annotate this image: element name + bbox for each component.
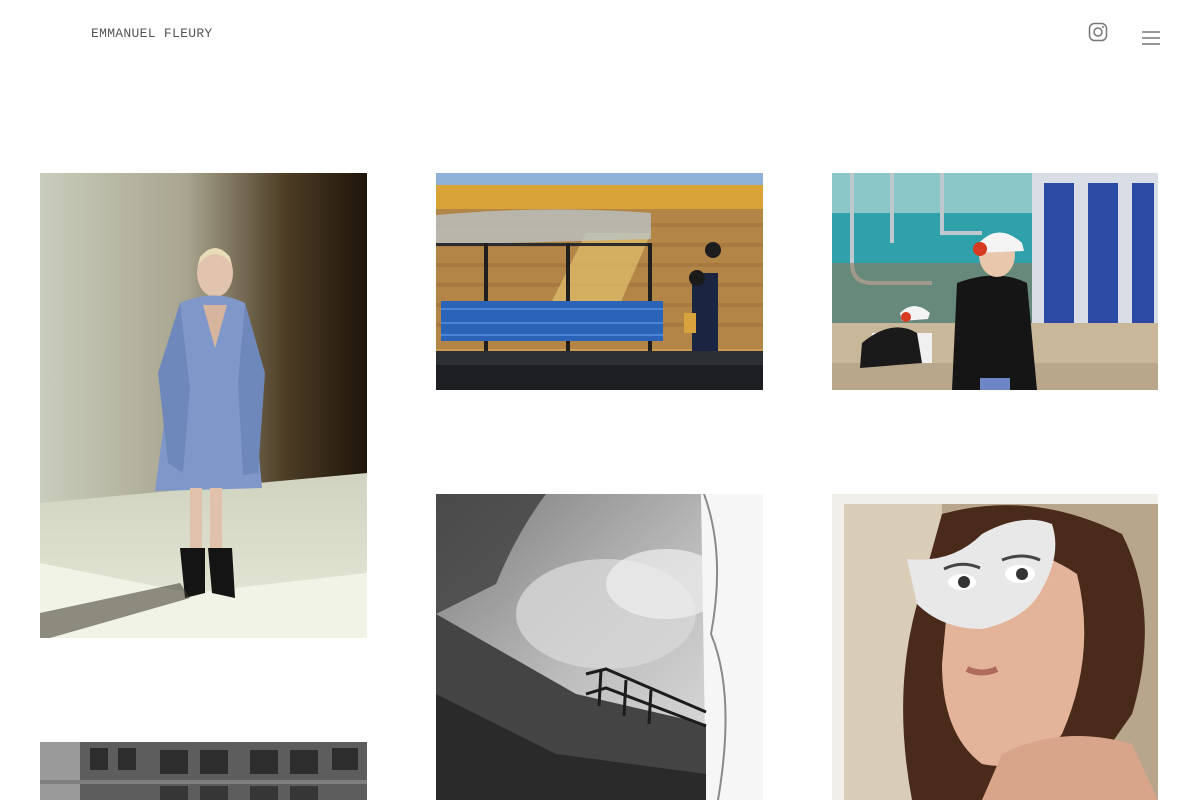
photo-collage-portrait[interactable] — [832, 494, 1158, 800]
instagram-icon[interactable] — [1088, 22, 1108, 42]
photo-bw-building-facade[interactable] — [40, 742, 367, 800]
site-title[interactable]: EMMANUEL FLEURY — [91, 26, 213, 41]
photo-bus-shelter-carts[interactable] — [436, 173, 763, 390]
hamburger-menu-icon[interactable] — [1141, 30, 1161, 46]
photo-factory-workers[interactable] — [832, 173, 1158, 390]
photo-bw-sky-railing[interactable] — [436, 494, 763, 800]
photo-fashion-blue-dress[interactable] — [40, 173, 367, 638]
